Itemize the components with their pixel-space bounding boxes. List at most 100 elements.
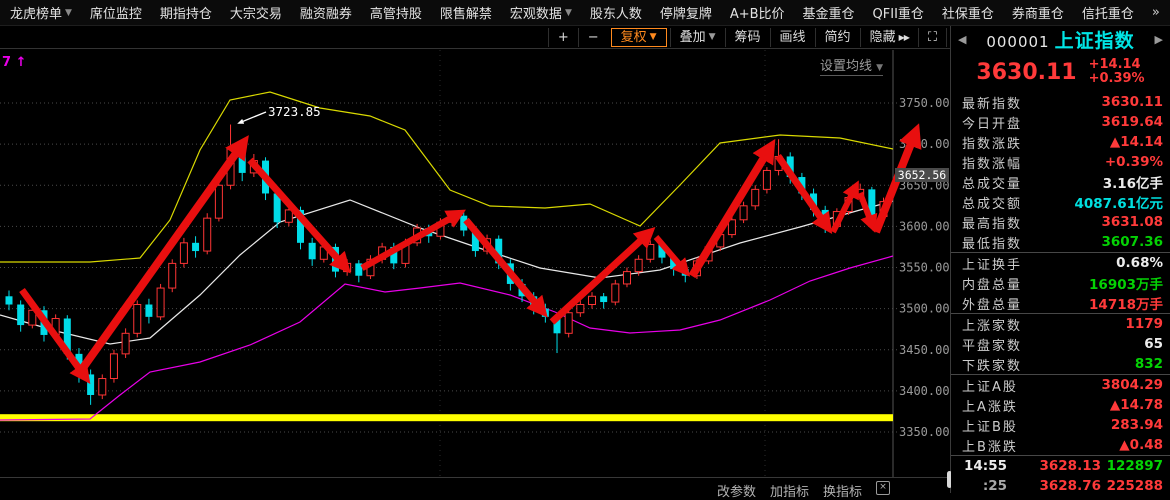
tick-volume: 122897	[1101, 458, 1163, 474]
fullscreen-button[interactable]: ⛶	[918, 28, 947, 47]
tick-row: 14:553628.13122897	[951, 456, 1170, 476]
chevron-down-icon: ▼	[709, 28, 716, 47]
toolbar-button-+[interactable]: +	[548, 28, 578, 47]
menu-item-期指持仓[interactable]: 期指持仓	[160, 3, 212, 22]
toolbar-button-筹码[interactable]: 筹码	[725, 28, 770, 47]
toolbar-button-复权[interactable]: 复权▼	[611, 28, 667, 47]
ma-settings-label: 设置均线	[820, 59, 872, 74]
menu-item-高管持股[interactable]: 高管持股	[370, 3, 422, 22]
double-arrow-icon: ▶▶	[899, 28, 909, 47]
stat-value: 3631.08	[1102, 214, 1164, 230]
trend-arrow	[692, 146, 771, 276]
stat-row-指数涨跌: 指数涨跌▲14.14	[951, 132, 1170, 152]
toolbar-button-−[interactable]: −	[578, 28, 608, 47]
menu-item-股东人数[interactable]: 股东人数	[590, 3, 642, 22]
candle	[740, 206, 747, 220]
candle	[600, 296, 607, 302]
candle	[285, 210, 292, 222]
stat-label: 最低指数	[962, 233, 1022, 252]
peak-annotation-label: 3723.85	[268, 104, 321, 119]
menu-item-QFII重仓[interactable]: QFII重仓	[873, 3, 924, 22]
chevron-down-icon: ▼	[565, 8, 572, 18]
next-stock-button[interactable]: ▶	[1152, 33, 1166, 46]
candle	[204, 218, 211, 251]
menu-item-券商重仓[interactable]: 券商重仓	[1012, 3, 1064, 22]
menu-item-融资融券[interactable]: 融资融券	[300, 3, 352, 22]
stat-value: 1179	[1125, 316, 1163, 332]
price-row: 3630.11 +14.14 +0.39%	[951, 52, 1170, 92]
ma-settings-button[interactable]: 设置均线 ▼	[820, 55, 883, 76]
chevron-down-icon: ▼	[876, 63, 883, 73]
last-price: 3630.11	[976, 60, 1076, 85]
menu-item-限售解禁[interactable]: 限售解禁	[440, 3, 492, 22]
stat-row-上证A股: 上证A股3804.29	[951, 375, 1170, 395]
stat-value: 3619.64	[1102, 114, 1164, 130]
ma-magenta	[0, 256, 893, 420]
stat-row-上证换手: 上证换手0.68%	[951, 253, 1170, 273]
chevron-down-icon: ▼	[65, 8, 72, 18]
stat-value: 16903万手	[1089, 273, 1163, 293]
stat-label: 指数涨跌	[962, 133, 1022, 152]
candle	[145, 305, 152, 317]
candle	[623, 272, 630, 284]
stat-row-总成交量: 总成交量3.16亿手	[951, 172, 1170, 192]
stat-row-最新指数: 最新指数3630.11	[951, 92, 1170, 112]
toolbar-button-画线[interactable]: 画线	[770, 28, 815, 47]
stat-row-下跌家数: 下跌家数832	[951, 354, 1170, 374]
current-price-tag: 3652.56	[895, 168, 949, 182]
price-change: +14.14	[1089, 58, 1145, 72]
menu-item-A+B比价[interactable]: A+B比价	[730, 3, 785, 22]
trend-arrow	[250, 160, 346, 268]
menu-item-席位监控[interactable]: 席位监控	[90, 3, 142, 22]
menu-item-社保重仓[interactable]: 社保重仓	[942, 3, 994, 22]
stat-label: 指数涨幅	[962, 153, 1022, 172]
prev-stock-button[interactable]: ◀	[955, 33, 969, 46]
candle	[635, 259, 642, 271]
toolbar-button-隐藏[interactable]: 隐藏▶▶	[860, 28, 918, 47]
indicator-link-换指标[interactable]: 换指标	[823, 481, 862, 500]
menu-item-基金重仓[interactable]: 基金重仓	[803, 3, 855, 22]
indicator-link-改参数[interactable]: 改参数	[717, 481, 756, 500]
menu-item-停牌复牌[interactable]: 停牌复牌	[660, 3, 712, 22]
candle	[647, 244, 654, 259]
tick-time: 14:55	[959, 458, 1007, 474]
stat-row-总成交额: 总成交额4087.61亿元	[951, 192, 1170, 212]
stock-code: 000001	[986, 33, 1049, 51]
stat-row-上证B股: 上证B股283.94	[951, 415, 1170, 435]
stat-label: 平盘家数	[962, 335, 1022, 354]
tick-price: 3628.13	[1007, 458, 1101, 474]
stat-row-今日开盘: 今日开盘3619.64	[951, 112, 1170, 132]
stat-row-最低指数: 最低指数3607.36	[951, 232, 1170, 252]
candle	[180, 243, 187, 264]
tick-time: :25	[959, 478, 1007, 493]
y-axis-label: 3600.00	[899, 219, 950, 233]
stat-value: ▲0.48	[1119, 437, 1163, 453]
candle	[763, 170, 770, 189]
candlestick-chart[interactable]: 3750.003700.003650.003600.003550.003500.…	[0, 50, 950, 477]
stat-row-平盘家数: 平盘家数 65	[951, 334, 1170, 354]
stat-value: 283.94	[1111, 417, 1163, 433]
y-axis-label: 3450.00	[899, 343, 950, 357]
stat-value: 3.16亿手	[1103, 172, 1163, 192]
trend-arrow	[778, 156, 828, 228]
candle	[134, 305, 141, 334]
indicator-link-加指标[interactable]: 加指标	[770, 481, 809, 500]
menu-more-button[interactable]: »	[1152, 5, 1160, 20]
y-axis-label: 3400.00	[899, 384, 950, 398]
menu-item-龙虎榜单[interactable]: 龙虎榜单▼	[10, 3, 72, 22]
stat-group: 上证A股3804.29上A涨跌▲14.78上证B股283.94上B涨跌▲0.48	[951, 374, 1170, 455]
candle	[577, 305, 584, 313]
stat-row-上B涨跌: 上B涨跌▲0.48	[951, 435, 1170, 455]
candle	[589, 296, 596, 304]
menu-item-大宗交易[interactable]: 大宗交易	[230, 3, 282, 22]
stock-app-window: { "menu": { "items": [ {"label":"龙虎榜单","…	[0, 0, 1170, 493]
trend-arrow	[80, 142, 244, 372]
stat-row-外盘总量: 外盘总量14718万手	[951, 293, 1170, 313]
stat-row-上A涨跌: 上A涨跌▲14.78	[951, 395, 1170, 415]
toolbar-button-简约[interactable]: 简约	[815, 28, 860, 47]
stat-value: ▲14.78	[1110, 397, 1163, 413]
menu-item-信托重仓[interactable]: 信托重仓	[1082, 3, 1134, 22]
toolbar-button-叠加[interactable]: 叠加▼	[670, 28, 725, 47]
menu-item-宏观数据[interactable]: 宏观数据▼	[510, 3, 572, 22]
stat-value: 65	[1144, 336, 1163, 352]
